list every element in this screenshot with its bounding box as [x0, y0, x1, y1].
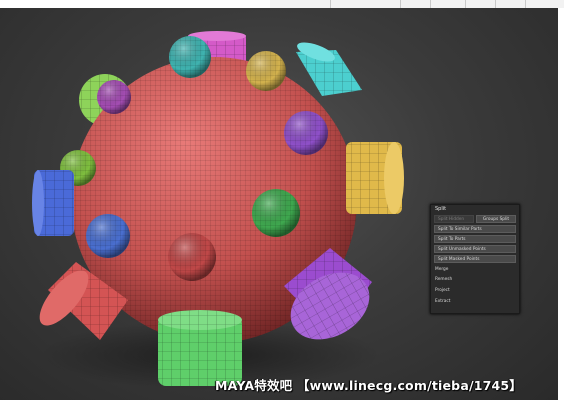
toolbar-divider — [430, 0, 431, 8]
sphere-teal-top[interactable] — [169, 36, 211, 78]
toolbar-divider — [495, 0, 496, 8]
toolbar-divider — [330, 0, 331, 8]
toolbar-divider — [525, 0, 526, 8]
split-unmasked-points-button[interactable]: Split Unmasked Points — [434, 245, 516, 253]
cylinder-blue-left[interactable] — [32, 170, 74, 236]
cylinder-cyan-top-right[interactable] — [295, 39, 362, 96]
split-masked-points-button[interactable]: Split Masked Points — [434, 255, 516, 263]
3d-viewport[interactable]: Split Split Hidden Groups Split Split To… — [0, 8, 558, 400]
sphere-gold-top[interactable] — [246, 51, 286, 91]
right-edge-strip — [558, 8, 564, 400]
sphere-purple-left-top[interactable] — [97, 80, 131, 114]
cylinder-yellow-right[interactable] — [346, 142, 404, 214]
sphere-red-center[interactable] — [168, 233, 216, 281]
project-item[interactable]: Project — [435, 287, 450, 295]
sphere-green-center[interactable] — [252, 189, 300, 237]
split-to-similar-parts-button[interactable]: Split To Similar Parts — [434, 225, 516, 233]
toolbar-divider — [400, 0, 401, 8]
toolbar-divider — [465, 0, 466, 8]
sphere-blue-left[interactable] — [86, 214, 130, 258]
remesh-item[interactable]: Remesh — [435, 276, 452, 284]
groups-split-button[interactable]: Groups Split — [476, 215, 516, 223]
extract-item[interactable]: Extract — [435, 298, 450, 306]
watermark-text: MAYA特效吧 【www.linecg.com/tieba/1745】 — [215, 378, 523, 393]
split-panel: Split Split Hidden Groups Split Split To… — [430, 204, 520, 314]
merge-item[interactable]: Merge — [435, 266, 448, 274]
split-to-parts-button[interactable]: Split To Parts — [434, 235, 516, 243]
screenshot-frame: Split Split Hidden Groups Split Split To… — [0, 0, 564, 400]
split-hidden-button[interactable]: Split Hidden — [434, 215, 474, 223]
split-panel-title: Split — [435, 206, 447, 212]
sphere-purple-right[interactable] — [284, 111, 328, 155]
